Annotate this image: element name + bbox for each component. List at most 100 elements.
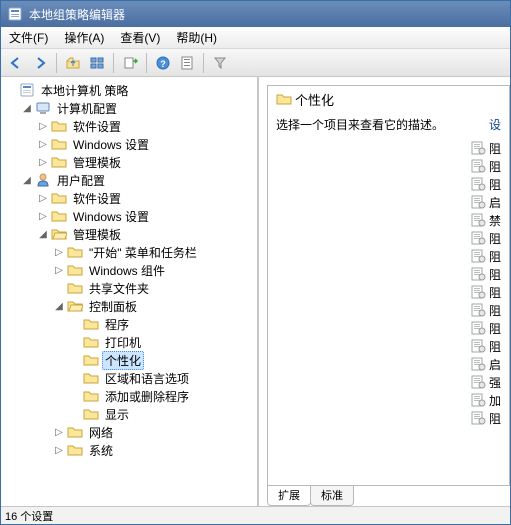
- policy-item-icon: [470, 248, 486, 264]
- policy-item-icon: [470, 230, 486, 246]
- setting-item[interactable]: 启: [468, 355, 509, 373]
- tab-standard[interactable]: 标准: [310, 486, 354, 506]
- tree-item[interactable]: ▷管理模板: [37, 153, 255, 171]
- tree-item[interactable]: ▷"开始" 菜单和任务栏: [53, 243, 255, 261]
- folder-open-icon: [51, 226, 67, 242]
- expand-icon[interactable]: ▷: [53, 426, 65, 438]
- setting-item[interactable]: 阻: [468, 175, 509, 193]
- tree-item[interactable]: ▷区域和语言选项: [69, 369, 255, 387]
- export-button[interactable]: [119, 52, 141, 74]
- setting-item[interactable]: 阻: [468, 139, 509, 157]
- expand-icon[interactable]: ▷: [53, 264, 65, 276]
- tree-item[interactable]: ▷共享文件夹: [53, 279, 255, 297]
- setting-item[interactable]: 阻: [468, 337, 509, 355]
- tree-item[interactable]: ▷软件设置: [37, 117, 255, 135]
- tree-item[interactable]: ▷程序: [69, 315, 255, 333]
- expand-icon[interactable]: ▷: [37, 210, 49, 222]
- policy-item-icon: [470, 320, 486, 336]
- up-button[interactable]: [62, 52, 84, 74]
- setting-item[interactable]: 阻: [468, 157, 509, 175]
- setting-item[interactable]: 加: [468, 391, 509, 409]
- properties-button[interactable]: [176, 52, 198, 74]
- policy-item-icon: [470, 392, 486, 408]
- setting-label: 阻: [489, 248, 501, 265]
- setting-item[interactable]: 阻: [468, 247, 509, 265]
- expand-icon[interactable]: ▷: [53, 444, 65, 456]
- tree-computer-config[interactable]: ◢ 计算机配置: [21, 99, 255, 117]
- tree-item[interactable]: ▷显示: [69, 405, 255, 423]
- tree-item[interactable]: ▷打印机: [69, 333, 255, 351]
- computer-icon: [35, 100, 51, 116]
- help-icon: ?: [155, 55, 171, 71]
- filter-icon: [212, 55, 228, 71]
- filter-button[interactable]: [209, 52, 231, 74]
- tree-item[interactable]: ▷软件设置: [37, 189, 255, 207]
- tree-label: 用户配置: [54, 171, 108, 190]
- setting-item[interactable]: 阻: [468, 283, 509, 301]
- export-icon: [122, 55, 138, 71]
- setting-item[interactable]: 阻: [468, 229, 509, 247]
- tab-extended[interactable]: 扩展: [267, 486, 311, 506]
- content: ▸ 本地计算机 策略 ◢ 计算机配置: [1, 77, 510, 506]
- folder-icon: [67, 442, 83, 458]
- setting-column-header[interactable]: 设: [489, 116, 501, 133]
- tree-control-panel[interactable]: ◢控制面板: [53, 297, 255, 315]
- tree-root[interactable]: ▸ 本地计算机 策略: [5, 81, 255, 99]
- folder-icon: [51, 154, 67, 170]
- setting-item[interactable]: 阻: [468, 301, 509, 319]
- setting-label: 阻: [489, 176, 501, 193]
- setting-item[interactable]: 阻: [468, 265, 509, 283]
- forward-button[interactable]: [29, 52, 51, 74]
- folder-icon: [51, 136, 67, 152]
- tree-item[interactable]: ▷添加或删除程序: [69, 387, 255, 405]
- policy-item-icon: [470, 158, 486, 174]
- menu-action[interactable]: 操作(A): [56, 27, 112, 49]
- tree-pane[interactable]: ▸ 本地计算机 策略 ◢ 计算机配置: [1, 77, 259, 506]
- collapse-icon[interactable]: ◢: [21, 102, 33, 114]
- tree-personalization[interactable]: ▷个性化: [69, 351, 255, 369]
- setting-label: 阻: [489, 158, 501, 175]
- policy-item-icon: [470, 194, 486, 210]
- menu-file[interactable]: 文件(F): [1, 27, 56, 49]
- tree-item[interactable]: ▷网络: [53, 423, 255, 441]
- tree-item[interactable]: ▷Windows 设置: [37, 207, 255, 225]
- collapse-icon[interactable]: ◢: [37, 228, 49, 240]
- tree-item[interactable]: ▷系统: [53, 441, 255, 459]
- arrow-right-icon: [32, 55, 48, 71]
- tree-admin-templates[interactable]: ◢管理模板: [37, 225, 255, 243]
- expand-icon[interactable]: ▷: [37, 156, 49, 168]
- setting-item[interactable]: 阻: [468, 409, 509, 427]
- setting-item[interactable]: 强: [468, 373, 509, 391]
- collapse-icon[interactable]: ◢: [21, 174, 33, 186]
- views-button[interactable]: [86, 52, 108, 74]
- setting-label: 强: [489, 374, 501, 391]
- setting-item[interactable]: 启: [468, 193, 509, 211]
- setting-label: 禁: [489, 212, 501, 229]
- expand-icon[interactable]: ▷: [37, 120, 49, 132]
- help-button[interactable]: ?: [152, 52, 174, 74]
- back-button[interactable]: [5, 52, 27, 74]
- tree-user-config[interactable]: ◢ 用户配置: [21, 171, 255, 189]
- menu-help[interactable]: 帮助(H): [168, 27, 225, 49]
- policy-item-icon: [470, 176, 486, 192]
- collapse-icon[interactable]: ◢: [53, 300, 65, 312]
- menu-view[interactable]: 查看(V): [112, 27, 168, 49]
- folder-icon: [67, 280, 83, 296]
- views-icon: [89, 55, 105, 71]
- status-text: 16 个设置: [5, 508, 53, 524]
- setting-item[interactable]: 阻: [468, 319, 509, 337]
- window-title: 本地组策略编辑器: [29, 6, 125, 23]
- description-text: 选择一个项目来查看它的描述。: [276, 116, 444, 133]
- tree-item[interactable]: ▷Windows 设置: [37, 135, 255, 153]
- policy-item-icon: [470, 302, 486, 318]
- tree-item[interactable]: ▷Windows 组件: [53, 261, 255, 279]
- folder-icon: [83, 406, 99, 422]
- settings-list[interactable]: 阻阻阻启禁阻阻阻阻阻阻阻启强加阻: [268, 139, 509, 485]
- arrow-left-icon: [8, 55, 24, 71]
- setting-label: 启: [489, 194, 501, 211]
- expand-icon[interactable]: ▷: [53, 246, 65, 258]
- setting-item[interactable]: 禁: [468, 211, 509, 229]
- policy-item-icon: [470, 284, 486, 300]
- expand-icon[interactable]: ▷: [37, 192, 49, 204]
- expand-icon[interactable]: ▷: [37, 138, 49, 150]
